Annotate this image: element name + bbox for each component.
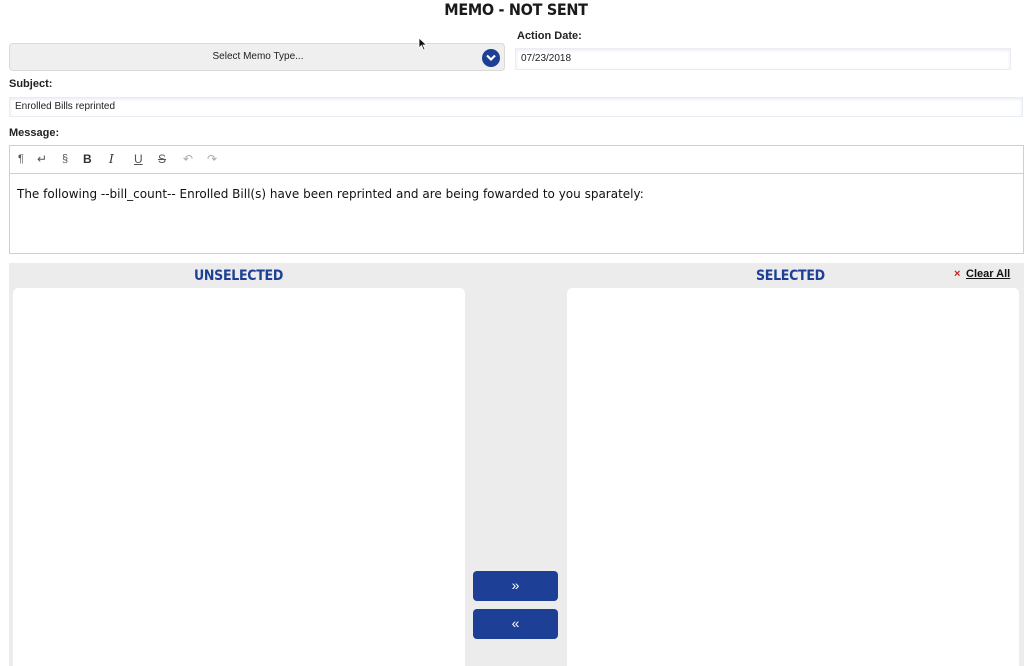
selected-list[interactable] bbox=[567, 288, 1019, 666]
unselected-list[interactable] bbox=[13, 288, 465, 666]
undo-icon[interactable]: ↶ bbox=[183, 151, 193, 167]
chevron-down-icon[interactable] bbox=[482, 49, 500, 67]
close-icon[interactable]: × bbox=[954, 268, 960, 280]
move-right-button[interactable]: » bbox=[473, 571, 558, 601]
memo-type-placeholder: Select Memo Type... bbox=[212, 51, 304, 62]
selected-title: SELECTED bbox=[756, 268, 825, 284]
mouse-cursor-icon bbox=[418, 37, 428, 51]
subject-input[interactable]: Enrolled Bills reprinted bbox=[9, 97, 1023, 117]
message-label: Message: bbox=[9, 127, 60, 139]
underline-icon[interactable]: U bbox=[134, 151, 143, 167]
dual-list-panel: UNSELECTED SELECTED × Clear All » « bbox=[9, 263, 1024, 666]
section-icon[interactable]: § bbox=[62, 151, 68, 167]
memo-type-select[interactable]: Select Memo Type... bbox=[9, 43, 505, 71]
line-break-icon[interactable]: ↵ bbox=[37, 151, 47, 167]
bold-icon[interactable]: B bbox=[83, 151, 92, 167]
italic-icon[interactable]: I bbox=[109, 151, 114, 167]
strikethrough-icon[interactable]: S bbox=[158, 151, 166, 167]
message-editor[interactable]: ¶ ↵ § B I U S ↶ ↷ The following --bill_c… bbox=[9, 145, 1024, 254]
action-date-input[interactable]: 07/23/2018 bbox=[515, 48, 1011, 70]
editor-toolbar: ¶ ↵ § B I U S ↶ ↷ bbox=[10, 146, 1023, 174]
unselected-title: UNSELECTED bbox=[194, 268, 283, 284]
subject-label: Subject: bbox=[9, 78, 53, 90]
clear-all-link[interactable]: Clear All bbox=[966, 268, 1010, 280]
message-body[interactable]: The following --bill_count-- Enrolled Bi… bbox=[17, 187, 644, 201]
page-title: MEMO - NOT SENT bbox=[444, 0, 588, 19]
move-left-button[interactable]: « bbox=[473, 609, 558, 639]
redo-icon[interactable]: ↷ bbox=[207, 151, 217, 167]
paragraph-icon[interactable]: ¶ bbox=[18, 151, 24, 167]
action-date-label: Action Date: bbox=[517, 30, 582, 42]
